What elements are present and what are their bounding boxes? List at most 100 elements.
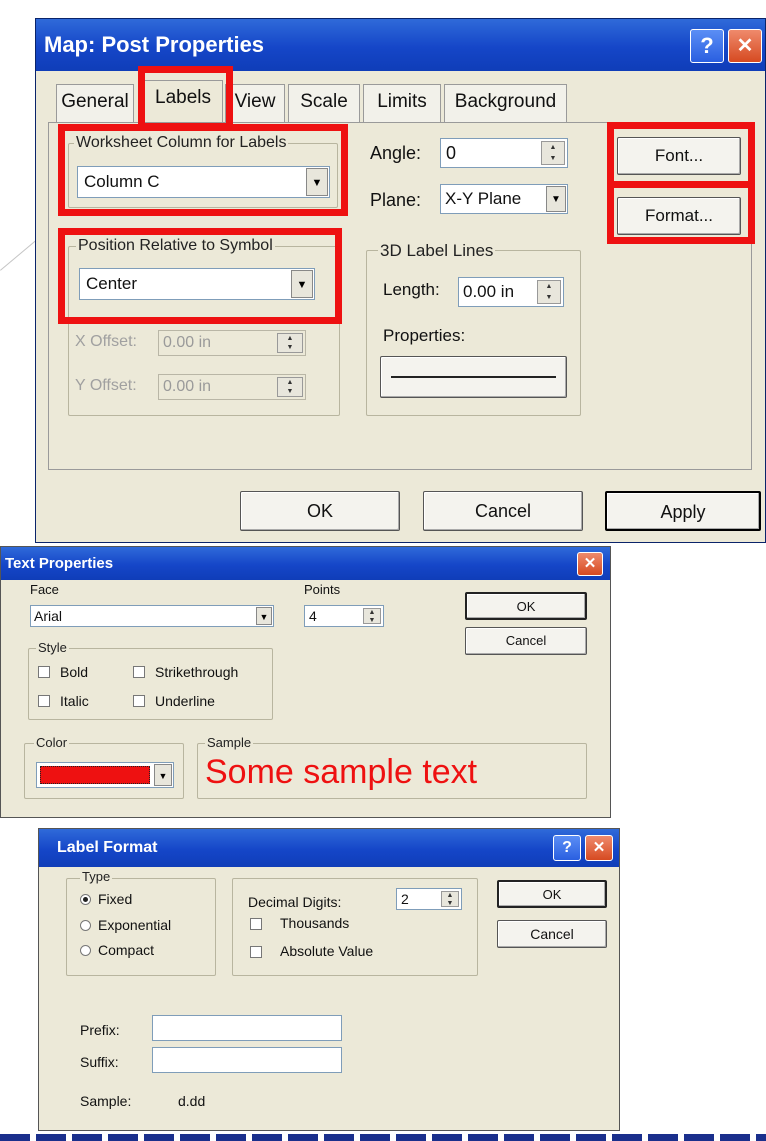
position-select[interactable]: Center ▼ [79,268,315,300]
y-offset-label: Y Offset: [75,377,137,394]
tab-labels[interactable]: Labels [143,80,223,124]
tab-limits[interactable]: Limits [363,84,441,122]
thousands-label: Thousands [280,915,350,931]
ok-button[interactable]: OK [240,491,400,531]
color-group-label: Color [34,735,70,750]
color-swatch [40,766,150,784]
text-cancel-button[interactable]: Cancel [465,627,587,655]
exponential-label: Exponential [98,917,172,933]
plane-select[interactable]: X-Y Plane ▼ [440,184,568,214]
face-select[interactable]: Arial ▼ [30,605,274,627]
line-style-preview [391,376,556,378]
plane-label: Plane: [370,190,422,210]
angle-value: 0 [446,143,457,163]
suffix-input[interactable] [152,1047,342,1073]
face-value: Arial [34,608,63,624]
properties-label: Properties: [383,326,466,345]
color-select[interactable]: ▼ [36,762,174,788]
label-lines-group-label: 3D Label Lines [378,241,496,261]
position-label: Position Relative to Symbol [76,237,275,255]
type-group-label: Type [80,869,113,884]
compact-radio[interactable] [80,945,91,956]
close-button[interactable]: ✕ [728,29,762,63]
italic-label: Italic [60,693,89,709]
points-spinner[interactable]: ▲ ▼ [363,608,381,624]
length-field[interactable]: 0.00 in ▲ ▼ [458,277,564,307]
angle-label: Angle: [370,143,422,163]
text-ok-button[interactable]: OK [465,592,587,620]
position-value: Center [86,274,138,293]
bold-checkbox[interactable] [38,666,50,678]
chevron-down-icon[interactable]: ▼ [154,764,172,786]
absolute-value-checkbox[interactable] [250,946,262,958]
tab-view[interactable]: View [225,84,285,122]
italic-checkbox[interactable] [38,695,50,707]
tab-background[interactable]: Background [444,84,567,122]
prefix-label: Prefix: [80,1022,120,1038]
worksheet-column-select[interactable]: Column C ▼ [77,166,330,198]
highlight-divider [607,181,755,188]
tab-general[interactable]: General [56,84,134,122]
label-format-title: Label Format [57,839,158,856]
chevron-down-icon[interactable]: ▼ [546,186,566,212]
format-button[interactable]: Format... [617,197,741,235]
absolute-value-label: Absolute Value [280,943,374,959]
underline-checkbox[interactable] [133,695,145,707]
points-label: Points [304,582,341,597]
strikethrough-checkbox[interactable] [133,666,145,678]
decimal-digits-spinner[interactable]: ▲ ▼ [441,891,459,907]
y-offset-spinner[interactable]: ▲ ▼ [277,377,303,397]
format-cancel-button[interactable]: Cancel [497,920,607,948]
decimal-digits-field[interactable]: 2 ▲ ▼ [396,888,462,910]
x-offset-spinner[interactable]: ▲ ▼ [277,333,303,353]
plane-value: X-Y Plane [445,189,522,208]
thousands-checkbox[interactable] [250,918,262,930]
prefix-input[interactable] [152,1015,342,1041]
style-group-label: Style [36,640,69,655]
line-properties-button[interactable] [380,356,567,398]
angle-spinner[interactable]: ▲ ▼ [541,141,565,165]
worksheet-column-label: Worksheet Column for Labels [74,134,289,152]
text-properties-title-bar: Text Properties ✕ [1,547,610,580]
decimal-digits-value: 2 [401,891,409,907]
y-offset-field[interactable]: 0.00 in ▲ ▼ [158,374,306,400]
x-offset-field[interactable]: 0.00 in ▲ ▼ [158,330,306,356]
sample-label: Sample: [80,1093,132,1109]
x-offset-value: 0.00 in [163,334,212,351]
sample-value: d.dd [178,1093,206,1109]
fixed-radio[interactable] [80,894,91,905]
cancel-button[interactable]: Cancel [423,491,583,531]
angle-field[interactable]: 0 ▲ ▼ [440,138,568,168]
chevron-down-icon[interactable]: ▼ [256,607,272,625]
points-field[interactable]: 4 ▲ ▼ [304,605,384,627]
length-spinner[interactable]: ▲ ▼ [537,280,561,304]
font-button[interactable]: Font... [617,137,741,175]
sample-text: Some sample text [205,753,478,791]
chevron-down-icon[interactable]: ▼ [291,270,313,298]
x-offset-label: X Offset: [75,333,137,350]
help-button[interactable]: ? [690,29,724,63]
format-ok-button[interactable]: OK [497,880,607,908]
points-value: 4 [309,608,317,624]
post-properties-title-bar: Map: Post Properties ? ✕ [36,19,765,71]
decimal-digits-label: Decimal Digits: [248,894,342,910]
apply-button[interactable]: Apply [605,491,761,531]
tab-scale[interactable]: Scale [288,84,360,122]
length-value: 0.00 in [463,282,515,301]
close-button[interactable]: ✕ [585,835,613,861]
help-button[interactable]: ? [553,835,581,861]
text-properties-title: Text Properties [5,555,114,572]
strikethrough-label: Strikethrough [155,664,239,680]
bold-label: Bold [60,664,89,680]
post-properties-title: Map: Post Properties [44,32,265,57]
close-button[interactable]: ✕ [577,552,603,576]
underline-label: Underline [155,693,215,709]
style-group [28,648,273,720]
worksheet-column-value: Column C [84,172,160,191]
label-format-title-bar: Label Format ? ✕ [39,829,619,867]
chevron-down-icon[interactable]: ▼ [306,168,328,196]
sample-group-label: Sample [205,735,254,750]
suffix-label: Suffix: [80,1054,119,1070]
label-format-dialog: Label Format ? ✕ [38,828,620,1131]
exponential-radio[interactable] [80,920,91,931]
